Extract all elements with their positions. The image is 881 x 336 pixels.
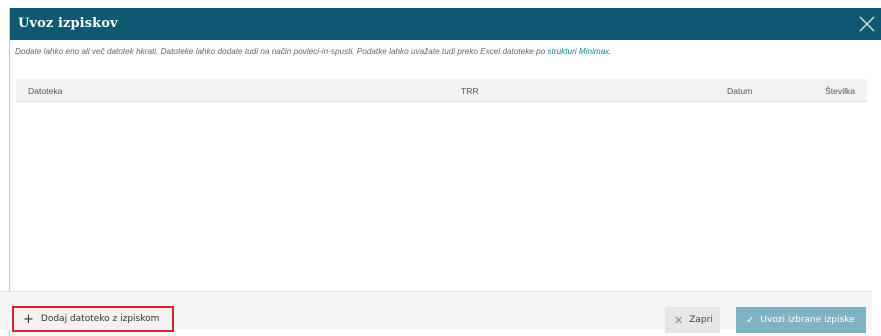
import-label: Uvozi izbrane izpiske	[760, 315, 855, 325]
import-selected-button[interactable]: ✓ Uvozi izbrane izpiske	[736, 307, 866, 333]
plus-icon: +	[23, 311, 34, 327]
close-small-icon: ✕	[674, 313, 684, 327]
close-button[interactable]: ✕ Zapri	[665, 307, 720, 333]
column-file[interactable]: Datoteka	[28, 86, 62, 96]
close-label: Zapri	[689, 315, 713, 325]
dialog-title: Uvoz izpiskov	[18, 16, 118, 31]
add-file-label: Dodaj datoteko z izpiskom	[40, 314, 160, 324]
intro-suffix: .	[609, 47, 612, 56]
column-trr[interactable]: TRR	[461, 86, 479, 96]
column-date[interactable]: Datum	[727, 86, 752, 96]
structure-link[interactable]: strukturi Minimax	[548, 47, 610, 56]
add-file-button[interactable]: + Dodaj datoteko z izpiskom	[12, 306, 174, 332]
intro-description: Dodate lahko eno ali več datotek hkrati.…	[15, 47, 548, 56]
intro-text: Dodate lahko eno ali več datotek hkrati.…	[15, 47, 612, 56]
table-header: Datoteka TRR Datum Številka	[16, 79, 867, 102]
dialog-header: Uvoz izpiskov	[10, 8, 881, 40]
column-number[interactable]: Številka	[825, 86, 855, 96]
check-icon: ✓	[746, 314, 755, 326]
files-table-body[interactable]	[16, 102, 867, 296]
close-icon[interactable]	[856, 13, 878, 35]
